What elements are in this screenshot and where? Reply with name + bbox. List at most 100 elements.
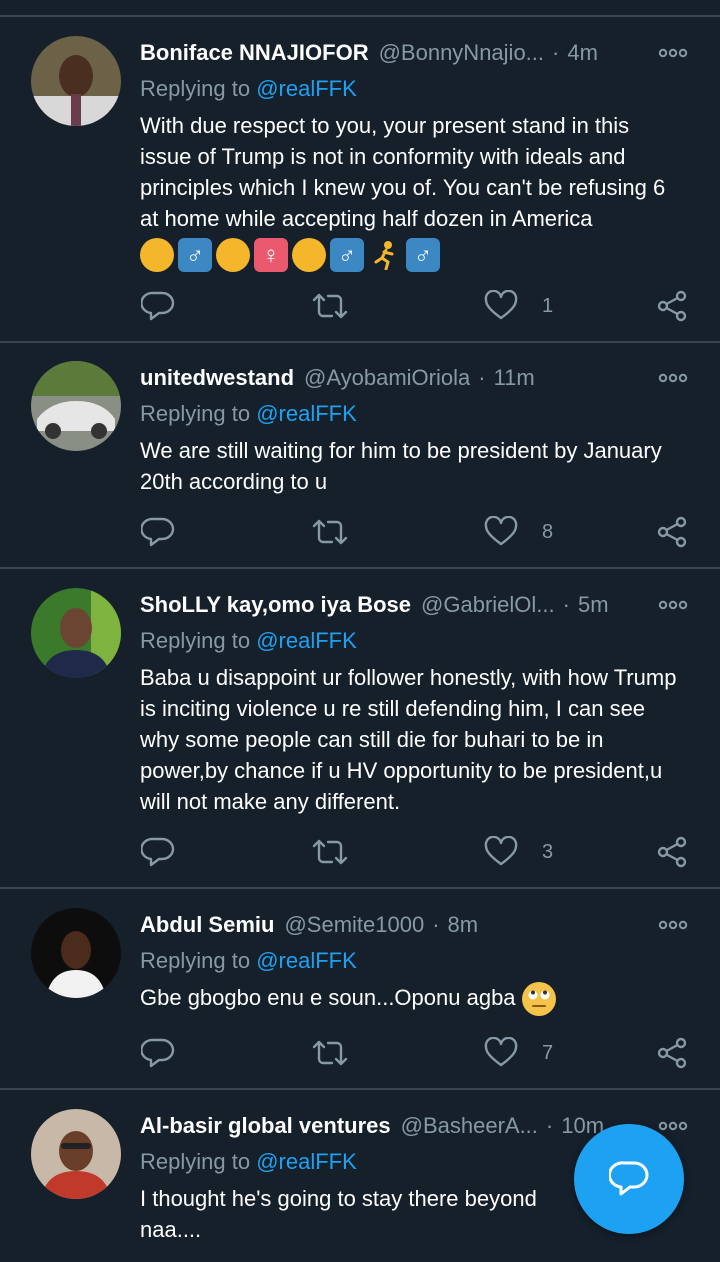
retweet-button[interactable] xyxy=(311,832,349,872)
share-button[interactable] xyxy=(656,832,688,872)
reply-button[interactable] xyxy=(141,286,175,326)
more-dots-icon[interactable] xyxy=(658,368,688,388)
eye-roll-emoji-icon xyxy=(521,982,556,1017)
like-button[interactable]: 7 xyxy=(484,1033,553,1073)
like-count: 8 xyxy=(542,520,554,543)
author-name[interactable]: Al-basir global ventures xyxy=(140,1113,391,1139)
author-name[interactable]: unitedwestand xyxy=(140,365,294,391)
author-handle[interactable]: @Semite1000 xyxy=(284,912,424,938)
like-button[interactable]: 1 xyxy=(484,286,553,326)
reply-icon xyxy=(141,291,175,321)
retweet-button[interactable] xyxy=(311,286,349,326)
compose-reply-icon xyxy=(609,1161,649,1196)
share-icon xyxy=(657,516,687,548)
replying-to: Replying to @realFFK xyxy=(140,1149,357,1175)
timestamp[interactable]: 4m xyxy=(567,40,598,66)
tweet-actions: 3 xyxy=(0,832,720,872)
tweet-actions: 1 xyxy=(0,286,720,326)
author-name[interactable]: Boniface NNAJIOFOR xyxy=(140,40,369,66)
person-emoji-icon xyxy=(292,238,326,272)
heart-icon xyxy=(484,836,518,866)
separator: · xyxy=(545,1113,554,1138)
reply-icon xyxy=(141,1038,175,1068)
reply-button[interactable] xyxy=(141,832,175,872)
avatar[interactable] xyxy=(31,1109,121,1199)
top-divider xyxy=(0,15,720,17)
author-name[interactable]: ShoLLY kay,omo iya Bose xyxy=(140,592,411,618)
tweet[interactable]: ShoLLY kay,omo iya Bose @GabrielOl... · … xyxy=(0,588,720,886)
author-handle[interactable]: @GabrielOl... xyxy=(421,592,555,618)
like-button[interactable]: 3 xyxy=(484,832,553,872)
emoji-row: ♂ ♀ ♂ ♂ xyxy=(140,238,685,272)
mention-link[interactable]: @realFFK xyxy=(256,401,357,426)
heart-icon xyxy=(484,1037,518,1067)
like-count: 7 xyxy=(542,1041,554,1064)
share-icon xyxy=(657,290,687,322)
retweet-icon xyxy=(312,1040,348,1066)
separator: · xyxy=(552,40,560,65)
mention-link[interactable]: @realFFK xyxy=(256,948,357,973)
share-button[interactable] xyxy=(656,1033,688,1073)
replying-to: Replying to @realFFK xyxy=(140,628,357,654)
mention-link[interactable]: @realFFK xyxy=(256,76,357,101)
replying-prefix: Replying to xyxy=(140,628,251,653)
reply-button[interactable] xyxy=(141,512,175,552)
heart-icon xyxy=(484,516,518,546)
share-button[interactable] xyxy=(656,512,688,552)
tweet-divider xyxy=(0,567,720,569)
avatar[interactable] xyxy=(31,908,121,998)
like-count: 3 xyxy=(542,840,554,863)
more-dots-icon[interactable] xyxy=(658,43,688,63)
separator: · xyxy=(562,592,570,617)
mention-link[interactable]: @realFFK xyxy=(256,1149,357,1174)
author-handle[interactable]: @AyobamiOriola xyxy=(304,365,470,391)
person-emoji-icon xyxy=(140,238,174,272)
replying-to: Replying to @realFFK xyxy=(140,948,357,974)
share-icon xyxy=(657,836,687,868)
tweet[interactable]: Abdul Semiu @Semite1000 · 8m Replying to… xyxy=(0,908,720,1088)
timestamp[interactable]: 11m xyxy=(494,365,535,391)
tweet-text: Gbe gbogbo enu e soun...Oponu agba xyxy=(140,982,685,1017)
mention-link[interactable]: @realFFK xyxy=(256,628,357,653)
share-icon xyxy=(657,1037,687,1069)
more-dots-icon[interactable] xyxy=(658,915,688,935)
separator: · xyxy=(478,365,486,390)
female-sign-emoji-icon: ♀ xyxy=(254,238,288,272)
retweet-icon xyxy=(312,839,348,865)
more-dots-icon[interactable] xyxy=(658,595,688,615)
person-emoji-icon xyxy=(216,238,250,272)
replying-to: Replying to @realFFK xyxy=(140,76,357,102)
timestamp[interactable]: 8m xyxy=(448,912,479,938)
tweet-divider xyxy=(0,341,720,343)
compose-reply-button[interactable] xyxy=(574,1124,684,1234)
male-sign-emoji-icon: ♂ xyxy=(406,238,440,272)
avatar[interactable] xyxy=(31,361,121,451)
avatar[interactable] xyxy=(31,36,121,126)
reply-button[interactable] xyxy=(141,1033,175,1073)
tweet-text-content: With due respect to you, your present st… xyxy=(140,113,666,231)
replying-prefix: Replying to xyxy=(140,948,251,973)
author-name[interactable]: Abdul Semiu xyxy=(140,912,274,938)
tweet-actions: 7 xyxy=(0,1033,720,1073)
like-count: 1 xyxy=(542,294,554,317)
tweet-text-content: Gbe gbogbo enu e soun...Oponu agba xyxy=(140,985,516,1010)
timestamp[interactable]: 5m xyxy=(578,592,609,618)
replying-prefix: Replying to xyxy=(140,401,251,426)
retweet-button[interactable] xyxy=(311,1033,349,1073)
retweet-button[interactable] xyxy=(311,512,349,552)
author-handle[interactable]: @BasheerA... xyxy=(401,1113,538,1139)
separator: · xyxy=(432,912,440,937)
share-button[interactable] xyxy=(656,286,688,326)
replying-to: Replying to @realFFK xyxy=(140,401,357,427)
tweet-text: With due respect to you, your present st… xyxy=(140,110,685,272)
more-dots-icon[interactable] xyxy=(658,1116,688,1136)
tweet-text-content: I thought he's going to stay there beyon… xyxy=(140,1186,543,1211)
tweet[interactable]: Boniface NNAJIOFOR @BonnyNnajio... · 4m … xyxy=(0,36,720,341)
tweet[interactable]: unitedwestand @AyobamiOriola · 11m Reply… xyxy=(0,361,720,566)
male-sign-emoji-icon: ♂ xyxy=(330,238,364,272)
author-handle[interactable]: @BonnyNnajio... xyxy=(379,40,544,66)
avatar[interactable] xyxy=(31,588,121,678)
like-button[interactable]: 8 xyxy=(484,512,553,552)
reply-icon xyxy=(141,517,175,547)
replying-prefix: Replying to xyxy=(140,1149,251,1174)
